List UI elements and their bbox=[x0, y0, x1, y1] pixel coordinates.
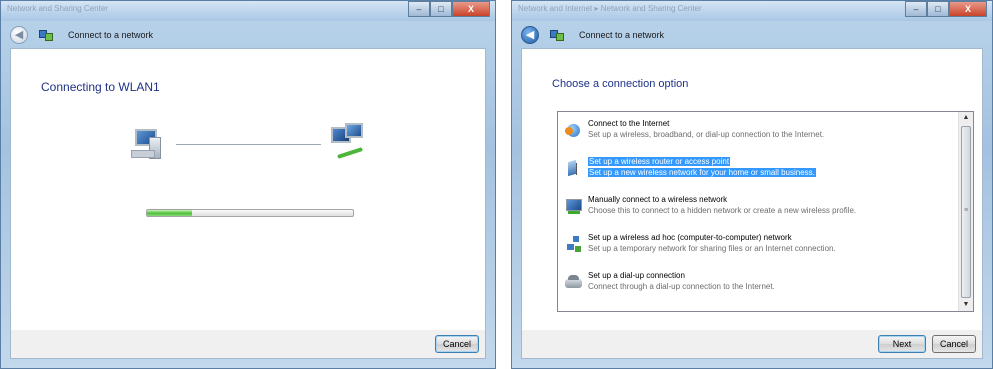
option-description: Choose this to connect to a hidden netwo… bbox=[588, 206, 857, 215]
option-title: Manually connect to a wireless network bbox=[588, 195, 728, 204]
list-item-setup-router[interactable]: Set up a wireless router or access point… bbox=[558, 153, 959, 185]
router-icon bbox=[565, 159, 583, 177]
scroll-up-icon[interactable]: ▲ bbox=[959, 112, 973, 124]
button-bar: Next Cancel bbox=[521, 330, 983, 359]
content-panel: Connecting to WLAN1 bbox=[10, 48, 486, 331]
close-button[interactable]: X bbox=[452, 1, 490, 17]
option-description: Connect through a dial-up connection to … bbox=[588, 282, 775, 291]
window-title: Network and Internet ▸ Network and Shari… bbox=[518, 4, 702, 13]
scroll-thumb[interactable]: ≡ bbox=[961, 126, 971, 298]
title-bar[interactable]: Network and Internet ▸ Network and Shari… bbox=[512, 1, 992, 21]
network-computers-icon bbox=[331, 123, 367, 161]
button-bar: Cancel bbox=[10, 330, 486, 359]
cancel-button[interactable]: Cancel bbox=[932, 335, 976, 353]
title-bar[interactable]: Network and Sharing Center – □ X bbox=[1, 1, 495, 21]
connection-progress-bar bbox=[146, 209, 354, 217]
window-title: Network and Sharing Center bbox=[7, 4, 108, 13]
list-item-manual-wireless[interactable]: Manually connect to a wireless network C… bbox=[558, 191, 959, 223]
option-title: Connect to the Internet bbox=[588, 119, 670, 128]
phone-icon bbox=[565, 273, 583, 291]
network-icon bbox=[549, 29, 564, 41]
progress-fill bbox=[147, 210, 193, 216]
network-icon bbox=[38, 29, 53, 41]
page-title: Choose a connection option bbox=[552, 78, 689, 90]
list-item-adhoc-network[interactable]: Set up a wireless ad hoc (computer-to-co… bbox=[558, 229, 959, 261]
option-title: Set up a wireless router or access point bbox=[588, 157, 731, 166]
option-description: Set up a temporary network for sharing f… bbox=[588, 244, 836, 253]
minimize-button[interactable]: – bbox=[408, 1, 430, 17]
window-controls: – □ X bbox=[905, 1, 987, 17]
connecting-window: Network and Sharing Center – □ X ◀ Conne… bbox=[0, 0, 496, 369]
nav-title: Connect to a network bbox=[68, 30, 154, 40]
close-button[interactable]: X bbox=[949, 1, 987, 17]
nav-bar: ◀ Connect to a network bbox=[512, 21, 992, 49]
back-button[interactable]: ◀ bbox=[10, 26, 28, 44]
adhoc-network-icon bbox=[565, 235, 583, 253]
nav-title: Connect to a network bbox=[579, 30, 665, 40]
connection-line bbox=[176, 144, 321, 145]
content-panel: Choose a connection option Connect to th… bbox=[521, 48, 983, 331]
page-title: Connecting to WLAN1 bbox=[41, 80, 160, 94]
option-description: Set up a wireless, broadband, or dial-up… bbox=[588, 130, 825, 139]
list-item-connect-internet[interactable]: Connect to the Internet Set up a wireles… bbox=[558, 115, 959, 147]
connection-options-window: Network and Internet ▸ Network and Shari… bbox=[511, 0, 993, 369]
minimize-button[interactable]: – bbox=[905, 1, 927, 17]
maximize-button[interactable]: □ bbox=[430, 1, 452, 17]
scroll-down-icon[interactable]: ▼ bbox=[959, 299, 973, 311]
vertical-scrollbar[interactable]: ▲ ≡ ▼ bbox=[958, 112, 973, 311]
list-item-dialup[interactable]: Set up a dial-up connection Connect thro… bbox=[558, 267, 959, 299]
nav-bar: ◀ Connect to a network bbox=[1, 21, 495, 49]
next-button[interactable]: Next bbox=[878, 335, 926, 353]
monitor-icon bbox=[565, 197, 583, 215]
grip-icon: ≡ bbox=[964, 207, 969, 214]
maximize-button[interactable]: □ bbox=[927, 1, 949, 17]
computer-icon bbox=[131, 129, 165, 159]
connection-options-list[interactable]: Connect to the Internet Set up a wireles… bbox=[557, 111, 974, 312]
option-description: Set up a new wireless network for your h… bbox=[588, 168, 816, 177]
option-title: Set up a dial-up connection bbox=[588, 271, 685, 280]
window-controls: – □ X bbox=[408, 1, 490, 17]
back-button[interactable]: ◀ bbox=[521, 26, 539, 44]
cancel-button[interactable]: Cancel bbox=[435, 335, 479, 353]
option-title: Set up a wireless ad hoc (computer-to-co… bbox=[588, 233, 792, 242]
globe-icon bbox=[565, 121, 583, 139]
